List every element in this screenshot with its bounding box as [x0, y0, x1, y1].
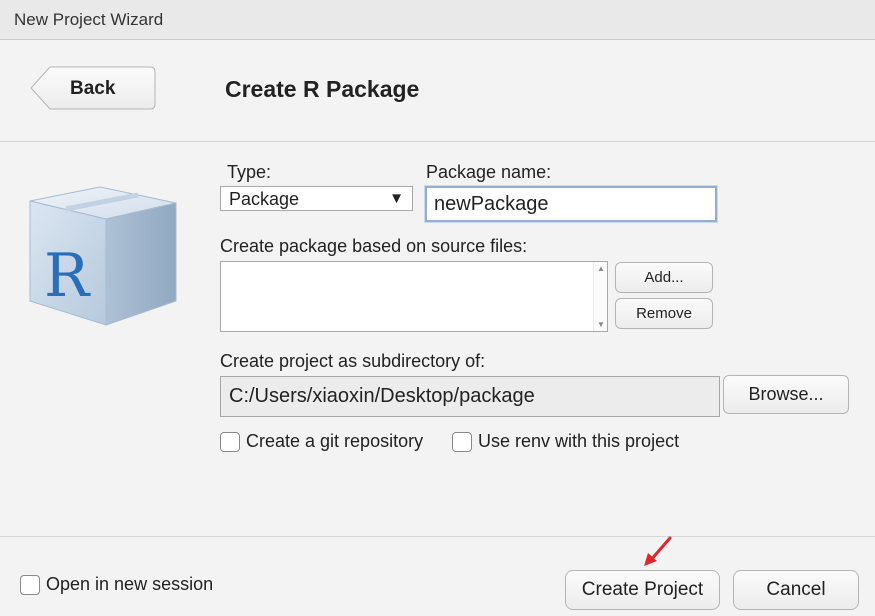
new-session-label: Open in new session	[46, 574, 214, 594]
type-select-value: Package	[229, 189, 300, 209]
renv-checkbox[interactable]	[452, 431, 472, 452]
source-files-list[interactable]: ▲ ▼	[220, 261, 608, 332]
back-button-label: Back	[70, 78, 116, 99]
git-option[interactable]: Create a git repository	[220, 431, 423, 452]
package-name-input[interactable]	[425, 186, 717, 222]
git-checkbox[interactable]	[220, 431, 240, 452]
subdirectory-label: Create project as subdirectory of:	[220, 351, 486, 371]
cancel-button[interactable]: Cancel	[733, 570, 859, 610]
add-button[interactable]: Add...	[615, 262, 713, 293]
r-package-icon: R	[29, 186, 177, 326]
renv-checkbox-label: Use renv with this project	[478, 431, 680, 451]
page-title: Create R Package	[225, 76, 420, 102]
remove-button[interactable]: Remove	[615, 298, 713, 329]
package-name-label: Package name:	[426, 162, 552, 182]
title-bar: New Project Wizard	[0, 0, 875, 40]
back-button[interactable]: Back	[30, 66, 156, 110]
renv-option[interactable]: Use renv with this project	[452, 431, 679, 452]
create-project-button[interactable]: Create Project	[565, 570, 720, 610]
source-files-scrollbar[interactable]: ▲ ▼	[593, 262, 607, 331]
type-select[interactable]: Package ▼	[220, 186, 413, 211]
wizard-header: Back Create R Package	[0, 40, 875, 142]
caret-down-icon: ▼	[389, 190, 404, 207]
new-session-option[interactable]: Open in new session	[20, 574, 213, 595]
scroll-down-icon[interactable]: ▼	[597, 320, 605, 329]
git-checkbox-label: Create a git repository	[246, 431, 424, 451]
browse-button[interactable]: Browse...	[723, 375, 849, 414]
window-title: New Project Wizard	[14, 10, 164, 29]
new-session-checkbox[interactable]	[20, 574, 40, 595]
source-files-label: Create package based on source files:	[220, 236, 528, 256]
scroll-up-icon[interactable]: ▲	[597, 264, 605, 273]
svg-text:R: R	[44, 241, 91, 311]
subdirectory-field[interactable]: C:/Users/xiaoxin/Desktop/package	[220, 376, 720, 417]
red-arrow-icon	[644, 536, 672, 566]
type-label: Type:	[227, 162, 272, 182]
